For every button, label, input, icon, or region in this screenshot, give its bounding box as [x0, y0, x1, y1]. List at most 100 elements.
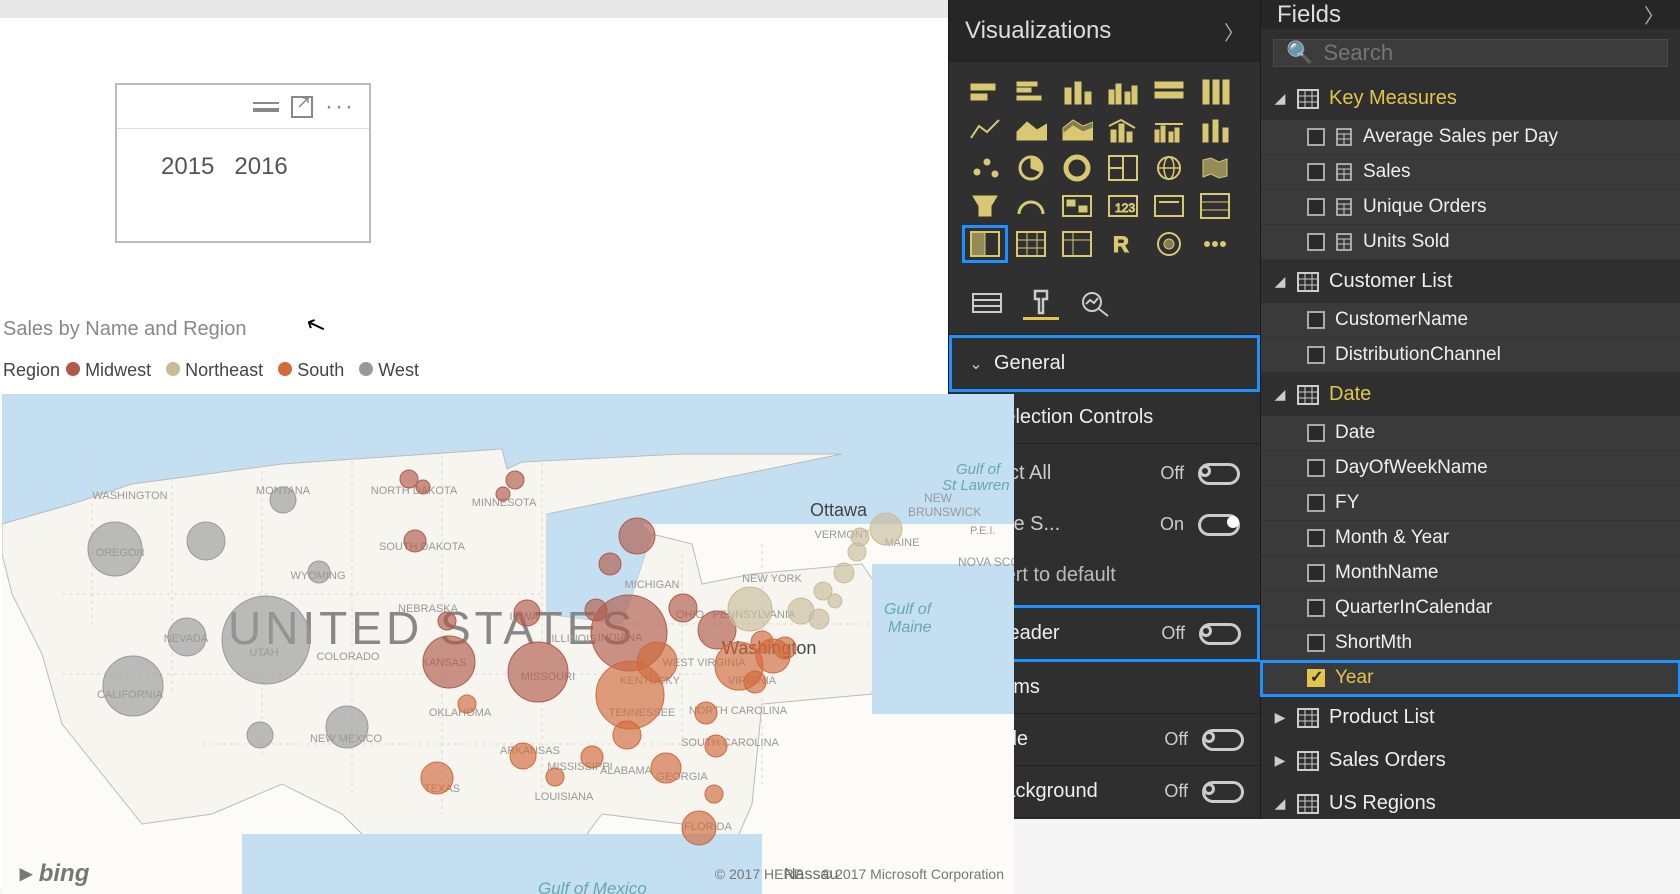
viz-stacked-100-column[interactable] [1195, 76, 1235, 108]
viz-clustered-column[interactable] [1103, 76, 1143, 108]
checkbox[interactable] [1307, 424, 1325, 442]
svg-text:P.E.I.: P.E.I. [970, 525, 995, 537]
checkbox[interactable] [1307, 459, 1325, 477]
viz-kpi[interactable]: 123 [1103, 190, 1143, 222]
slicer-item-2016[interactable]: 2016 [234, 153, 287, 181]
checkbox[interactable] [1307, 128, 1325, 146]
field-unique-orders[interactable]: Unique Orders [1261, 190, 1680, 225]
svg-text:LOUISIANA: LOUISIANA [535, 791, 594, 803]
svg-text:NEW: NEW [924, 491, 953, 505]
svg-text:Gulf of Mexico: Gulf of Mexico [538, 879, 647, 894]
fields-panel: Fields 〉 🔍 ◢Key MeasuresAverage Sales pe… [1260, 0, 1680, 819]
field-distributionchannel[interactable]: DistributionChannel [1261, 338, 1680, 373]
field-customername[interactable]: CustomerName [1261, 303, 1680, 338]
report-canvas[interactable]: ··· 20152016 ↖ Sales by Name and Region … [0, 0, 948, 819]
viz-slicer[interactable] [965, 228, 1005, 260]
chevron-right-icon[interactable]: 〉 [1644, 0, 1664, 29]
viz-stacked-100-bar[interactable] [1149, 76, 1189, 108]
checkbox[interactable] [1307, 163, 1325, 181]
field-date[interactable]: Date [1261, 416, 1680, 451]
legend-item: West [378, 360, 419, 380]
chevron-right-icon[interactable]: 〉 [1224, 17, 1244, 46]
viz-scatter[interactable] [965, 152, 1005, 184]
field-average-sales-per-day[interactable]: Average Sales per Day [1261, 120, 1680, 155]
svg-text:Ottawa: Ottawa [810, 500, 868, 520]
checkbox[interactable] [1307, 634, 1325, 652]
field-monthname[interactable]: MonthName [1261, 556, 1680, 591]
field-month-year[interactable]: Month & Year [1261, 521, 1680, 556]
viz-donut[interactable] [1057, 152, 1097, 184]
ellipsis-icon[interactable]: ··· [325, 102, 355, 112]
checkbox[interactable] [1307, 529, 1325, 547]
viz-matrix[interactable] [1057, 228, 1097, 260]
field-sales[interactable]: Sales [1261, 155, 1680, 190]
map-attribution: © 2017 HERE © 2017 Microsoft Corporation [715, 866, 1004, 882]
viz-funnel[interactable] [965, 190, 1005, 222]
map-title: Sales by Name and Region [3, 318, 246, 341]
field-year[interactable]: Year [1261, 661, 1680, 696]
focus-mode-icon[interactable] [291, 96, 313, 118]
drag-handle-icon[interactable] [253, 102, 279, 112]
viz-pie[interactable] [1011, 152, 1051, 184]
search-input[interactable] [1323, 40, 1655, 66]
search-box[interactable]: 🔍 [1273, 39, 1668, 67]
table-date[interactable]: ◢Date [1261, 373, 1680, 416]
table-customer-list[interactable]: ◢Customer List [1261, 260, 1680, 303]
toggle[interactable] [1198, 514, 1240, 536]
legend-item: Midwest [85, 360, 151, 380]
viz-stacked-area[interactable] [1057, 114, 1097, 146]
viz-line-column[interactable] [1103, 114, 1143, 146]
viz-table[interactable] [1011, 228, 1051, 260]
analytics-tab[interactable] [1077, 286, 1113, 320]
map-visual[interactable]: UNITED STATES Ottawa Washington Nassau G… [2, 394, 1014, 894]
table-sales-orders[interactable]: ▶Sales Orders [1261, 739, 1680, 782]
svg-text:St Lawren: St Lawren [942, 477, 1010, 494]
viz-area[interactable] [1011, 114, 1051, 146]
checkbox[interactable] [1307, 564, 1325, 582]
field-quarterincalendar[interactable]: QuarterInCalendar [1261, 591, 1680, 626]
viz-stacked-bar[interactable] [965, 76, 1005, 108]
checkbox[interactable] [1307, 494, 1325, 512]
viz-multi-card[interactable] [1195, 190, 1235, 222]
checkbox[interactable] [1307, 669, 1325, 687]
svg-text:ILLINOIS: ILLINOIS [551, 633, 596, 645]
viz-filled-map[interactable] [1195, 152, 1235, 184]
viz-arcgis[interactable] [1149, 228, 1189, 260]
toggle[interactable] [1198, 463, 1240, 485]
fields-title: Fields [1277, 1, 1341, 29]
toggle[interactable] [1199, 623, 1241, 645]
table-key-measures[interactable]: ◢Key Measures [1261, 77, 1680, 120]
year-slicer-visual[interactable]: ··· 2015 2016 [115, 83, 371, 243]
checkbox[interactable] [1307, 198, 1325, 216]
viz-card[interactable] [1149, 190, 1189, 222]
table-product-list[interactable]: ▶Product List [1261, 696, 1680, 739]
format-tab[interactable] [1023, 286, 1059, 320]
field-fy[interactable]: FY [1261, 486, 1680, 521]
viz-gauge[interactable] [1011, 190, 1051, 222]
viz-line-clustered[interactable] [1149, 114, 1189, 146]
viz-more[interactable] [1195, 228, 1235, 260]
legend-item: Northeast [185, 360, 263, 380]
viz-stacked-column[interactable] [1057, 76, 1097, 108]
viz-treemap[interactable] [1103, 152, 1143, 184]
field-dayofweekname[interactable]: DayOfWeekName [1261, 451, 1680, 486]
viz-line[interactable] [965, 114, 1005, 146]
fields-tab[interactable] [969, 286, 1005, 320]
toggle[interactable] [1202, 781, 1244, 803]
toggle[interactable] [1202, 729, 1244, 751]
svg-text:Gulf of: Gulf of [884, 601, 933, 618]
viz-waterfall[interactable] [1057, 190, 1097, 222]
field-list: ◢Key MeasuresAverage Sales per DaySalesU… [1261, 77, 1680, 825]
viz-map[interactable] [1149, 152, 1189, 184]
checkbox[interactable] [1307, 346, 1325, 364]
section-general[interactable]: ⌄General [949, 335, 1260, 392]
field-units-sold[interactable]: Units Sold [1261, 225, 1680, 260]
field-shortmth[interactable]: ShortMth [1261, 626, 1680, 661]
slicer-item-2015[interactable]: 2015 [161, 153, 214, 181]
checkbox[interactable] [1307, 311, 1325, 329]
checkbox[interactable] [1307, 599, 1325, 617]
checkbox[interactable] [1307, 233, 1325, 251]
viz-ribbon[interactable] [1195, 114, 1235, 146]
viz-r-visual[interactable]: R [1103, 228, 1143, 260]
viz-clustered-bar[interactable] [1011, 76, 1051, 108]
